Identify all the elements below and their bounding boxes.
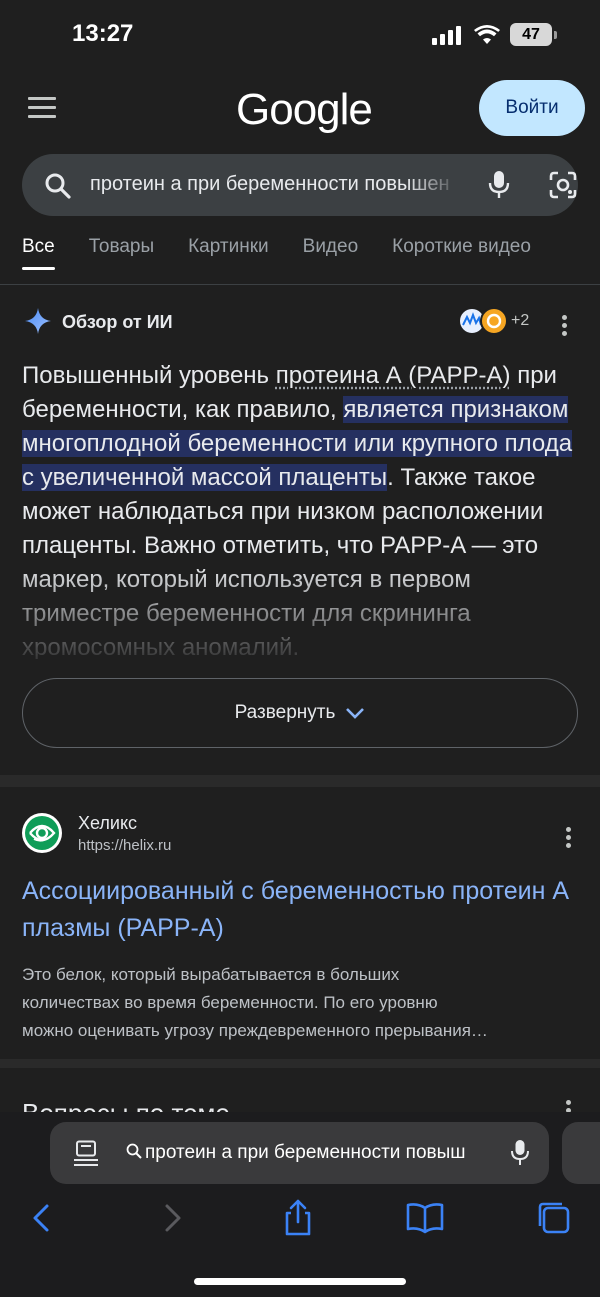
chevron-down-icon: [346, 708, 365, 719]
home-indicator[interactable]: [194, 1278, 406, 1285]
tab-all[interactable]: Все: [22, 236, 55, 276]
result-more-options-icon[interactable]: [566, 827, 572, 851]
tab-videos[interactable]: Видео: [303, 236, 359, 276]
battery-icon: 47: [510, 23, 557, 46]
ai-sparkle-icon: [25, 308, 51, 334]
search-result: Хеликс https://helix.ru Ассоциированный …: [0, 787, 600, 1059]
status-time: 13:27: [72, 20, 134, 47]
tab-shopping[interactable]: Товары: [89, 236, 154, 276]
address-query: протеин а при беременности повыш: [145, 1142, 466, 1163]
hamburger-menu-icon[interactable]: [28, 97, 56, 119]
ai-overview-title: Обзор от ИИ: [62, 312, 173, 332]
next-tab-preview[interactable]: [562, 1122, 600, 1184]
source-favicon-icon: [480, 307, 508, 335]
login-button[interactable]: Войти: [479, 80, 585, 136]
tab-short-videos[interactable]: Короткие видео: [392, 236, 531, 276]
section-separator: [0, 775, 600, 787]
browser-toolbar: протеин а при беременности повыш: [0, 1112, 600, 1297]
page-menu-icon[interactable]: [74, 1140, 98, 1166]
address-text[interactable]: протеин а при беременности повыш: [126, 1142, 506, 1164]
ai-text-part: Повышенный уровень: [22, 362, 276, 389]
voice-search-icon[interactable]: [510, 1139, 530, 1167]
ai-text-link[interactable]: протеина А (PAPP-A): [276, 362, 511, 389]
forward-arrow-icon[interactable]: [152, 1198, 192, 1238]
microphone-icon[interactable]: [488, 170, 510, 200]
helix-favicon-icon: [22, 813, 62, 853]
share-icon[interactable]: [278, 1198, 318, 1238]
expand-label: Развернуть: [234, 702, 336, 723]
bookmarks-icon[interactable]: [405, 1198, 445, 1238]
ai-overview: Обзор от ИИ +2 Повышенный уровень протеи…: [0, 285, 600, 775]
search-tabs: Все Товары Картинки Видео Короткие видео: [22, 236, 531, 276]
snippet-line: количествах во время беременности. По ег…: [22, 993, 438, 1012]
back-arrow-icon[interactable]: [22, 1198, 62, 1238]
ai-sources[interactable]: +2: [458, 307, 538, 335]
snippet-line: можно оценивать угрозу преждевременного …: [22, 1021, 488, 1040]
tabs-icon[interactable]: [534, 1198, 574, 1238]
expand-button[interactable]: Развернуть: [22, 678, 578, 748]
snippet-line: Это белок, который вырабатывается в боль…: [22, 965, 400, 984]
cellular-signal-icon: [432, 25, 462, 45]
ai-overview-text: Повышенный уровень протеина А (PAPP-A) п…: [22, 359, 578, 659]
google-header: Google Войти: [0, 75, 600, 145]
ai-text-part: . Также такое может наблюдаться при низк…: [22, 464, 544, 659]
address-bar[interactable]: протеин а при беременности повыш: [50, 1122, 549, 1184]
google-logo[interactable]: Google: [236, 85, 373, 135]
sources-count: +2: [511, 312, 530, 329]
search-query[interactable]: протеин а при беременности повышен: [90, 173, 462, 196]
tab-images[interactable]: Картинки: [188, 236, 269, 276]
result-snippet: Это белок, который вырабатывается в боль…: [22, 961, 578, 1045]
result-site-name[interactable]: Хеликс: [78, 813, 137, 834]
more-options-icon[interactable]: [562, 315, 568, 339]
wifi-icon: [474, 25, 500, 44]
search-icon: [45, 173, 71, 199]
google-lens-icon[interactable]: [548, 170, 578, 200]
section-separator: [0, 1059, 600, 1068]
status-bar: 13:27 47: [0, 0, 600, 70]
result-site-url[interactable]: https://helix.ru: [78, 837, 171, 854]
result-title-link[interactable]: Ассоциированный с беременностью протеин …: [22, 873, 578, 947]
search-icon: [126, 1143, 142, 1159]
search-input[interactable]: протеин а при беременности повышен: [22, 154, 578, 216]
